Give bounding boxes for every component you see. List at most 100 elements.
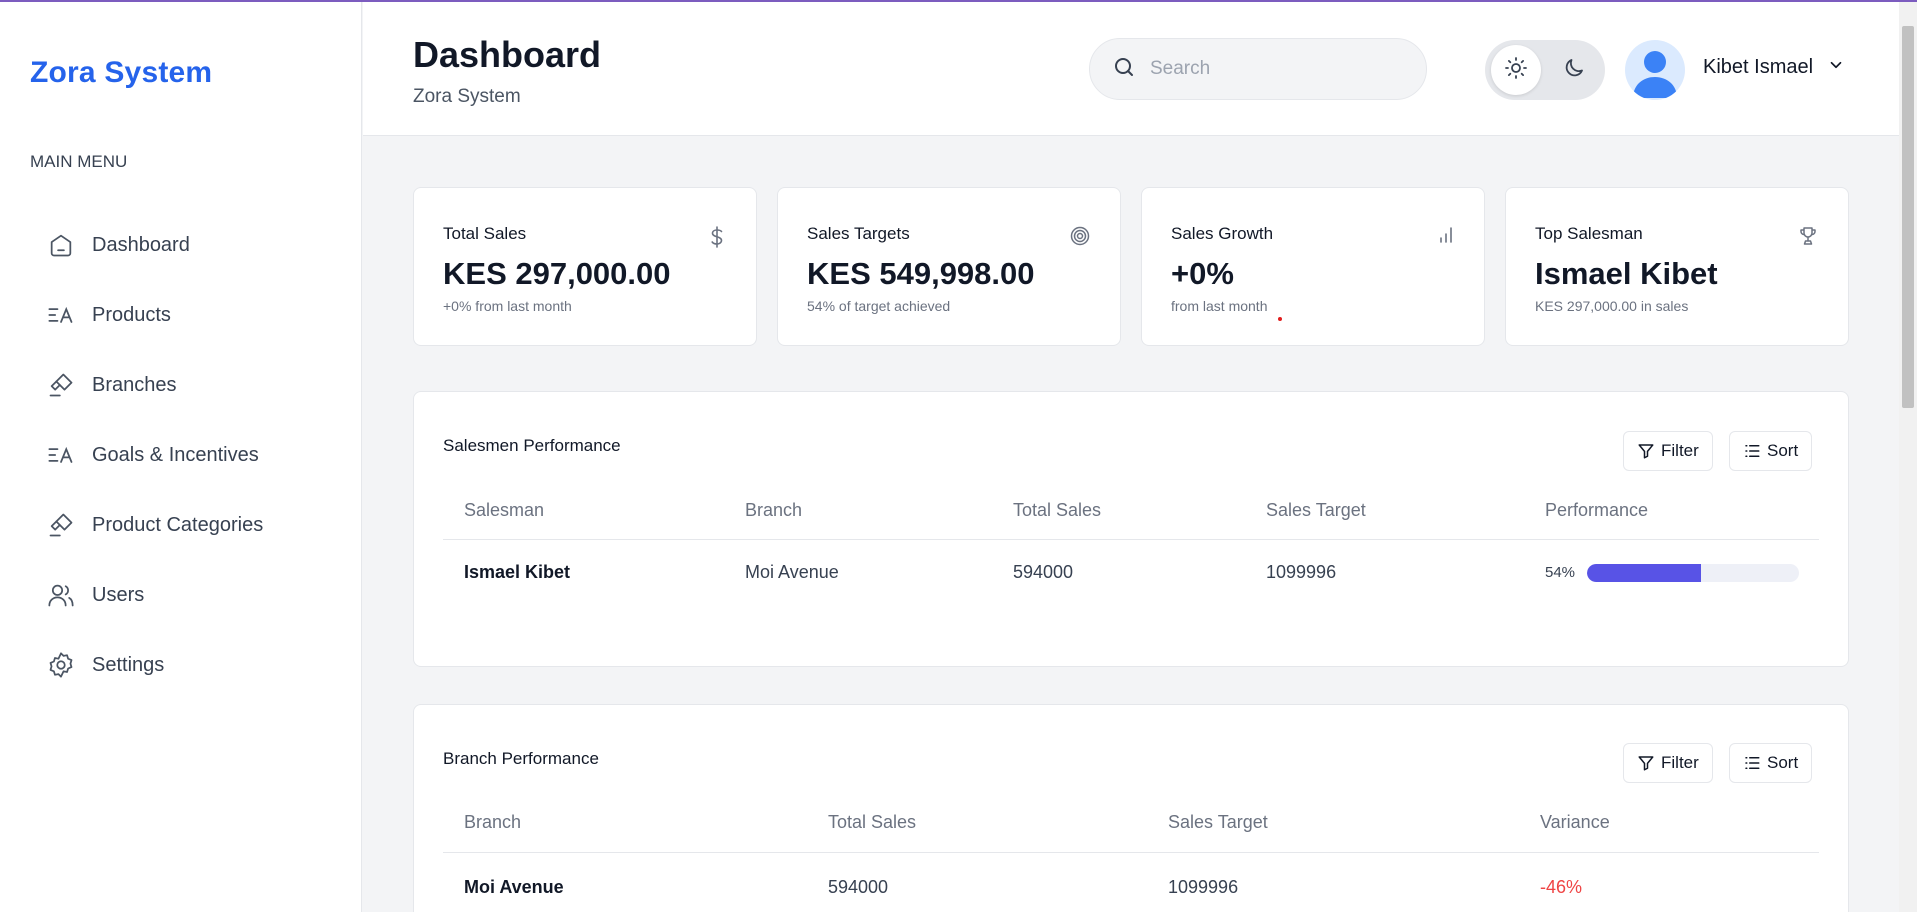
sidebar-item-label: Products [92, 303, 171, 326]
users-icon [46, 580, 76, 610]
column-header-branch[interactable]: Branch [745, 500, 802, 521]
salesmen-performance-panel: Salesmen Performance Filter Sort Salesma… [413, 391, 1849, 667]
column-header-sales-target[interactable]: Sales Target [1168, 812, 1268, 833]
dark-mode-button[interactable] [1549, 45, 1599, 95]
table-header-divider [443, 539, 1819, 540]
bar-chart-icon [1438, 226, 1454, 249]
stat-card-sales-targets: Sales Targets KES 549,998.00 54% of targ… [777, 187, 1121, 346]
sidebar-item-label: Dashboard [92, 233, 190, 256]
column-header-total-sales[interactable]: Total Sales [828, 812, 916, 833]
filter-button[interactable]: Filter [1623, 743, 1713, 783]
menu-section-title: MAIN MENU [30, 152, 128, 171]
stat-card-sales-growth: Sales Growth +0% from last month [1141, 187, 1485, 346]
list-text-icon [46, 440, 76, 470]
sidebar-item-label: Settings [92, 653, 165, 676]
moon-icon [1562, 56, 1586, 85]
user-name: Kibet Ismael [1703, 56, 1814, 78]
list-text-icon [46, 300, 76, 330]
stat-note: KES 297,000.00 in sales [1535, 298, 1689, 314]
panel-title: Branch Performance [443, 749, 599, 768]
column-header-sales-target[interactable]: Sales Target [1266, 500, 1366, 521]
stat-title: Sales Targets [807, 224, 910, 243]
stat-note: 54% of target achieved [807, 298, 951, 314]
column-header-performance[interactable]: Performance [1545, 500, 1648, 521]
top-accent-line [0, 0, 1917, 2]
filter-label: Filter [1661, 441, 1699, 460]
column-header-salesman[interactable]: Salesman [464, 500, 544, 521]
sidebar-item-dashboard[interactable]: Dashboard [46, 210, 346, 280]
stat-title: Total Sales [443, 224, 527, 243]
cell-sales-target: 1099996 [1266, 562, 1337, 582]
sort-label: Sort [1767, 441, 1799, 460]
search-icon [1112, 55, 1136, 84]
sort-button[interactable]: Sort [1729, 431, 1813, 471]
filter-icon [1638, 444, 1654, 459]
cell-branch: Moi Avenue [745, 562, 839, 582]
sidebar-item-users[interactable]: Users [46, 560, 346, 630]
column-header-total-sales[interactable]: Total Sales [1013, 500, 1101, 521]
sidebar-item-label: Goals & Incentives [92, 443, 259, 466]
sidebar-item-goals-incentives[interactable]: Goals & Incentives [46, 420, 346, 490]
dollar-icon [708, 226, 726, 253]
stat-value: +0% [1171, 256, 1234, 291]
search-input[interactable] [1150, 58, 1410, 80]
stat-title: Sales Growth [1171, 224, 1274, 243]
stat-value: Ismael Kibet [1535, 256, 1718, 291]
page-subtitle: Zora System [413, 86, 521, 107]
table-header-divider [443, 852, 1819, 853]
gear-icon [46, 650, 76, 680]
cell-branch: Moi Avenue [464, 877, 564, 897]
filter-button[interactable]: Filter [1623, 431, 1713, 471]
performance-bar-track [1587, 564, 1799, 582]
user-menu[interactable]: Kibet Ismael [1703, 56, 1845, 79]
page-scrollbar[interactable] [1899, 2, 1917, 912]
indicator-dot [1278, 317, 1282, 321]
sidebar-item-settings[interactable]: Settings [46, 630, 346, 700]
avatar[interactable] [1625, 40, 1685, 100]
sidebar: Zora System MAIN MENU Dashboard Products… [0, 2, 362, 912]
stat-note: +0% from last month [443, 298, 572, 314]
cell-total-sales: 594000 [828, 877, 889, 897]
light-mode-button[interactable] [1491, 45, 1541, 95]
stat-value: KES 549,998.00 [807, 256, 1035, 291]
scrollbar-thumb[interactable] [1902, 26, 1914, 408]
cell-variance: -46% [1540, 877, 1583, 897]
sidebar-item-label: Product Categories [92, 513, 264, 536]
cell-salesman: Ismael Kibet [464, 562, 571, 582]
stat-note: from last month [1171, 298, 1268, 314]
page-title: Dashboard [413, 34, 602, 75]
performance-bar-fill [1587, 564, 1702, 582]
sidebar-item-products[interactable]: Products [46, 280, 346, 350]
stat-card-top-salesman: Top Salesman Ismael Kibet KES 297,000.00… [1505, 187, 1849, 346]
column-header-variance[interactable]: Variance [1540, 812, 1610, 833]
search-box[interactable] [1089, 38, 1427, 100]
theme-toggle [1485, 40, 1605, 100]
performance-percent: 54% [1545, 564, 1576, 581]
trophy-icon [1798, 226, 1818, 251]
filter-label: Filter [1661, 753, 1699, 772]
brush-icon [46, 510, 76, 540]
brush-icon [46, 370, 76, 400]
home-icon [46, 230, 76, 260]
sort-list-icon [1745, 445, 1760, 457]
stat-card-total-sales: Total Sales KES 297,000.00 +0% from last… [413, 187, 757, 346]
top-header: Dashboard Zora System Kibet Ismael [363, 2, 1899, 136]
cell-sales-target: 1099996 [1168, 877, 1239, 897]
chevron-down-icon [1827, 56, 1845, 79]
panel-title: Salesmen Performance [443, 436, 621, 455]
main-nav: Dashboard Products Branches Goals & Ince… [46, 210, 346, 700]
sort-button[interactable]: Sort [1729, 743, 1813, 783]
brand-logo[interactable]: Zora System [30, 56, 212, 90]
target-icon [1070, 226, 1090, 251]
branch-performance-panel: Branch Performance Filter Sort Branch To… [413, 704, 1849, 912]
sidebar-item-branches[interactable]: Branches [46, 350, 346, 420]
filter-icon [1638, 756, 1654, 771]
stat-title: Top Salesman [1535, 224, 1643, 243]
sun-icon [1504, 56, 1528, 85]
stat-value: KES 297,000.00 [443, 256, 671, 291]
sidebar-item-label: Branches [92, 373, 177, 396]
column-header-branch[interactable]: Branch [464, 812, 521, 833]
sidebar-item-product-categories[interactable]: Product Categories [46, 490, 346, 560]
cell-total-sales: 594000 [1013, 562, 1074, 582]
sort-list-icon [1745, 757, 1760, 769]
